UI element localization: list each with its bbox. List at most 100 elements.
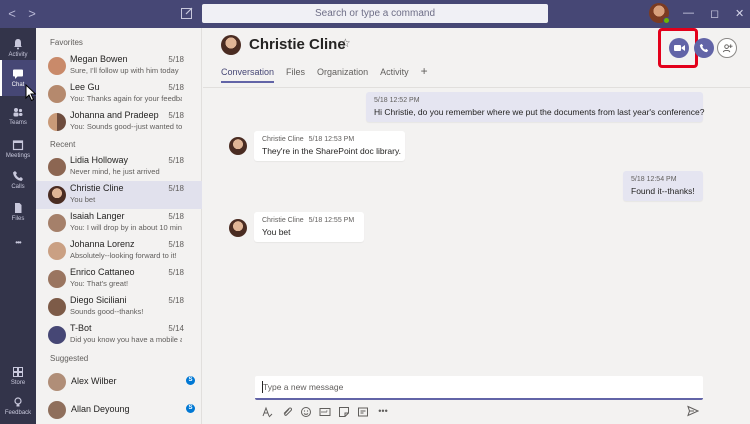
attach-icon[interactable] — [281, 406, 293, 418]
avatar — [48, 242, 66, 260]
chat-name: Lee Gu — [70, 82, 100, 92]
chat-item-diego-siciliani[interactable]: Diego Siciliani Sounds good--thanks! 5/1… — [36, 293, 202, 321]
rail-label: Meetings — [5, 153, 31, 159]
suggested-name: Alex Wilber — [71, 376, 117, 386]
chat-date: 5/18 — [168, 240, 184, 249]
chat-item-christie-cline[interactable]: Christie Cline You bet 5/18 — [36, 181, 202, 209]
chat-item-lidia-holloway[interactable]: Lidia Holloway Never mind, he just arriv… — [36, 153, 202, 181]
video-camera-icon — [673, 45, 685, 51]
message-input[interactable]: Type a new message — [255, 376, 703, 400]
suggested-header: Suggested — [50, 354, 89, 363]
chat-date: 5/18 — [168, 83, 184, 92]
chat-item-t-bot[interactable]: T-Bot Did you know you have a mobile a..… — [36, 321, 202, 349]
add-people-button[interactable] — [717, 38, 737, 58]
phone-icon — [699, 43, 709, 53]
rail-calls[interactable]: Calls — [0, 162, 36, 198]
chat-preview: Absolutely--looking forward to it! — [70, 251, 177, 260]
emoji-icon[interactable] — [300, 406, 312, 418]
skype-icon: S — [186, 376, 195, 385]
rail-label: Activity — [8, 52, 28, 58]
calendar-icon — [12, 140, 24, 151]
header-divider — [203, 87, 750, 88]
chat-item-johanna-lorenz[interactable]: Johanna Lorenz Absolutely--looking forwa… — [36, 237, 202, 265]
bell-icon — [14, 39, 22, 50]
audio-call-button[interactable] — [694, 38, 714, 58]
contact-avatar[interactable] — [221, 35, 241, 55]
forward-arrow-icon[interactable]: > — [26, 6, 38, 21]
chat-name: Johanna and Pradeep — [70, 110, 159, 120]
minimize-icon[interactable]: — — [683, 7, 694, 19]
sticker-icon[interactable] — [338, 406, 350, 418]
recent-header: Recent — [50, 140, 76, 149]
chat-item-lee-gu[interactable]: Lee Gu You: Thanks again for your feedba… — [36, 80, 202, 108]
chat-item-johanna-and-pradeep[interactable]: Johanna and Pradeep You: Sounds good--ju… — [36, 108, 202, 136]
tab-activity[interactable]: Activity — [380, 67, 409, 83]
avatar — [48, 57, 66, 75]
chat-date: 5/18 — [168, 111, 184, 120]
message-sent[interactable]: 5/18 12:52 PM Hi Christie, do you rememb… — [366, 92, 704, 122]
message-sent[interactable]: 5/18 12:54 PM Found it--thanks! — [623, 171, 703, 201]
avatar — [48, 270, 66, 288]
add-people-icon — [722, 43, 733, 52]
chat-name: Christie Cline — [70, 183, 124, 193]
sender-avatar[interactable] — [229, 137, 247, 155]
rail-label: Chat — [11, 82, 25, 88]
chat-item-megan-bowen[interactable]: Megan Bowen Sure, I'll follow up with hi… — [36, 52, 202, 80]
chat-date: 5/18 — [168, 184, 184, 193]
message-sender: Christie Cline — [262, 217, 304, 224]
chat-name: Johanna Lorenz — [70, 239, 135, 249]
message-text: You bet — [262, 227, 291, 237]
chat-preview: You: Thanks again for your feedback — [70, 94, 182, 103]
avatar — [48, 373, 66, 391]
message-input-placeholder: Type a new message — [263, 382, 344, 392]
group-avatar — [48, 113, 66, 131]
tab-organization[interactable]: Organization — [317, 67, 368, 83]
chat-item-enrico-cattaneo[interactable]: Enrico Cattaneo You: That's great! 5/18 — [36, 265, 202, 293]
close-icon[interactable]: ✕ — [735, 7, 744, 20]
chat-name: Lidia Holloway — [70, 155, 129, 165]
rail-more[interactable]: ••• — [0, 224, 36, 260]
history-nav: < > — [6, 6, 38, 21]
message-time: 5/18 12:54 PM — [631, 176, 677, 183]
compose-icon[interactable] — [180, 6, 194, 20]
message-received[interactable]: Christie Cline 5/18 12:55 PM You bet — [254, 212, 364, 242]
message-text: They're in the SharePoint doc library. — [262, 146, 401, 156]
message-text: Found it--thanks! — [631, 186, 695, 196]
bot-avatar — [48, 326, 66, 344]
video-call-button[interactable] — [669, 38, 689, 58]
chat-preview: Sounds good--thanks! — [70, 307, 144, 316]
tab-conversation[interactable]: Conversation — [221, 67, 275, 83]
format-icon[interactable] — [261, 406, 273, 418]
chat-date: 5/18 — [168, 296, 184, 305]
back-arrow-icon[interactable]: < — [6, 6, 18, 21]
title-bar: < > Search or type a command — ◻ ✕ — [0, 0, 750, 28]
chat-name: Diego Siciliani — [70, 295, 127, 305]
more-options-icon[interactable]: ••• — [377, 406, 389, 418]
suggested-item-alex-wilber[interactable]: Alex Wilber S — [36, 368, 202, 396]
suggested-item-allan-deyoung[interactable]: Allan Deyoung S — [36, 396, 202, 424]
chat-item-isaiah-langer[interactable]: Isaiah Langer You: I will drop by in abo… — [36, 209, 202, 237]
message-received[interactable]: Christie Cline 5/18 12:53 PM They're in t… — [254, 131, 405, 161]
favorite-star-icon[interactable]: ☆ — [340, 36, 351, 50]
teams-icon — [13, 108, 23, 117]
phone-icon — [13, 171, 23, 181]
presence-available-icon — [663, 17, 670, 24]
tab-files[interactable]: Files — [286, 67, 305, 83]
meet-now-icon[interactable] — [357, 406, 369, 418]
rail-feedback[interactable]: Feedback — [0, 388, 36, 424]
favorites-header: Favorites — [50, 38, 83, 47]
file-icon — [15, 203, 22, 213]
skype-icon: S — [186, 404, 195, 413]
rail-teams[interactable]: Teams — [0, 98, 36, 134]
chat-preview: Never mind, he just arrived — [70, 167, 160, 176]
add-tab-icon[interactable]: + — [421, 64, 428, 83]
chat-preview: Sure, I'll follow up with him today — [70, 66, 179, 75]
chat-icon — [13, 69, 23, 79]
chat-preview: You bet — [70, 195, 96, 204]
search-input[interactable]: Search or type a command — [202, 4, 548, 23]
send-icon[interactable] — [687, 405, 699, 417]
sender-avatar[interactable] — [229, 219, 247, 237]
maximize-icon[interactable]: ◻ — [710, 7, 719, 20]
gif-icon[interactable] — [319, 406, 331, 418]
avatar — [48, 158, 66, 176]
